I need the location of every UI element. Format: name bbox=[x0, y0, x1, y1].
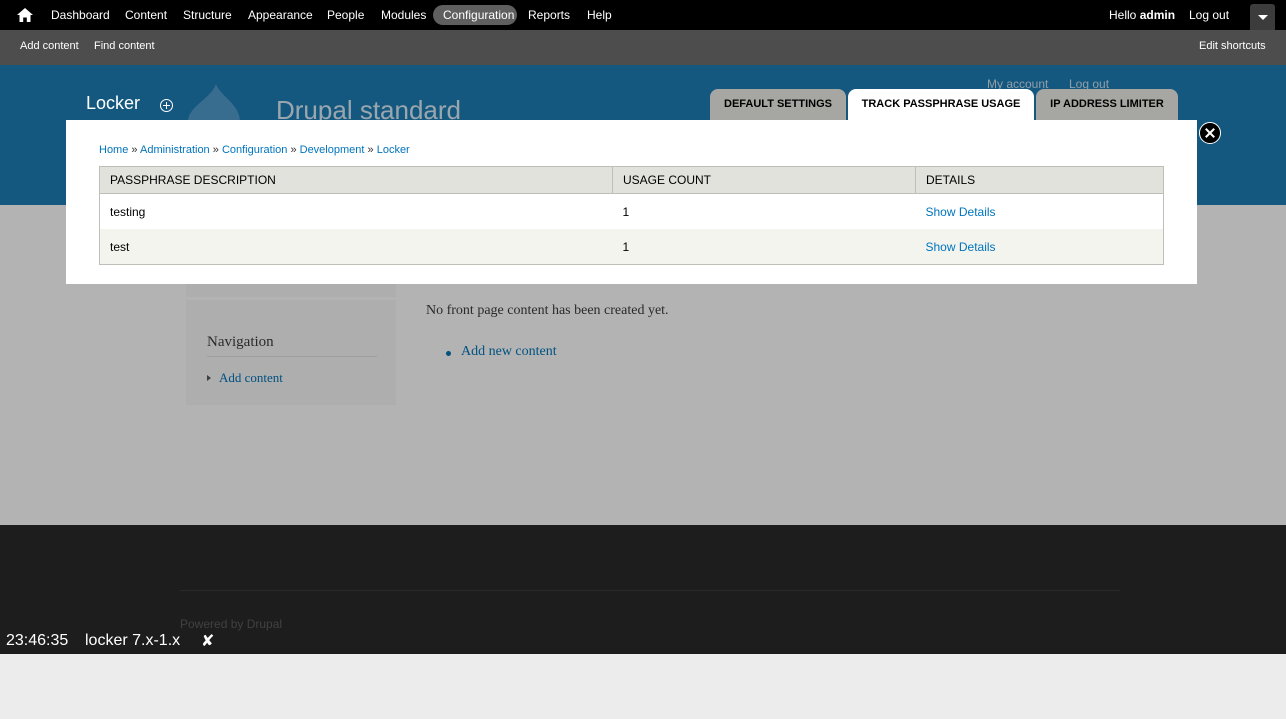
breadcrumb-home[interactable]: Home bbox=[99, 144, 128, 156]
close-icon[interactable] bbox=[1199, 122, 1221, 144]
chevron-down-icon[interactable] bbox=[1250, 4, 1275, 30]
table-row: test 1 Show Details bbox=[99, 229, 1164, 265]
home-icon[interactable] bbox=[17, 8, 33, 22]
cell-details: Show Details bbox=[915, 193, 1164, 229]
breadcrumb: Home » Administration » Configuration » … bbox=[99, 144, 410, 156]
toolbar-reports[interactable]: Reports bbox=[528, 8, 570, 22]
page-bottom bbox=[0, 654, 1286, 719]
column-header-usage-count[interactable]: USAGE COUNT bbox=[612, 166, 916, 194]
toolbar-configuration[interactable]: Configuration bbox=[443, 8, 514, 22]
tab-default-settings[interactable]: DEFAULT SETTINGS bbox=[710, 89, 846, 120]
breadcrumb-development[interactable]: Development bbox=[300, 144, 365, 156]
toolbar-logout[interactable]: Log out bbox=[1189, 8, 1229, 22]
tab-track-passphrase-usage[interactable]: TRACK PASSPHRASE USAGE bbox=[848, 89, 1034, 120]
passphrase-usage-table: PASSPHRASE DESCRIPTION USAGE COUNT DETAI… bbox=[99, 166, 1164, 265]
breadcrumb-administration[interactable]: Administration bbox=[140, 144, 210, 156]
toolbar-dashboard[interactable]: Dashboard bbox=[51, 8, 110, 22]
tab-ip-address-limiter[interactable]: IP ADDRESS LIMITER bbox=[1036, 89, 1178, 120]
shortcut-add-content[interactable]: Add content bbox=[20, 40, 79, 52]
toolbar-appearance[interactable]: Appearance bbox=[248, 8, 313, 22]
cell-description: testing bbox=[99, 193, 613, 229]
breadcrumb-configuration[interactable]: Configuration bbox=[222, 144, 287, 156]
toolbar-content[interactable]: Content bbox=[125, 8, 167, 22]
toolbar-help[interactable]: Help bbox=[587, 8, 612, 22]
shortcut-find-content[interactable]: Find content bbox=[94, 40, 155, 52]
breadcrumb-sep: » bbox=[131, 144, 138, 156]
cell-details: Show Details bbox=[915, 229, 1164, 265]
table-header-row: PASSPHRASE DESCRIPTION USAGE COUNT DETAI… bbox=[99, 166, 1164, 194]
breadcrumb-locker[interactable]: Locker bbox=[377, 144, 410, 156]
breadcrumb-sep: » bbox=[367, 144, 374, 156]
toolbar-structure[interactable]: Structure bbox=[183, 8, 232, 22]
toolbar-people[interactable]: People bbox=[327, 8, 364, 22]
timer-close-icon[interactable]: ✘ bbox=[201, 631, 214, 651]
username[interactable]: admin bbox=[1140, 8, 1175, 22]
show-details-link[interactable]: Show Details bbox=[926, 205, 996, 219]
toolbar-modules[interactable]: Modules bbox=[381, 8, 426, 22]
show-details-link[interactable]: Show Details bbox=[926, 240, 996, 254]
module-version: locker 7.x-1.x bbox=[85, 632, 181, 649]
overlay-title: Locker bbox=[86, 93, 141, 113]
breadcrumb-sep: » bbox=[290, 144, 297, 156]
timer-clock: 23:46:35 bbox=[6, 632, 69, 649]
table-row: testing 1 Show Details bbox=[99, 193, 1164, 229]
column-header-description[interactable]: PASSPHRASE DESCRIPTION bbox=[99, 166, 613, 194]
edit-shortcuts-link[interactable]: Edit shortcuts bbox=[1199, 40, 1266, 52]
cell-usage-count: 1 bbox=[612, 193, 916, 229]
column-header-details: DETAILS bbox=[915, 166, 1164, 194]
admin-toolbar: Dashboard Content Structure Appearance P… bbox=[0, 0, 1286, 30]
breadcrumb-sep: » bbox=[212, 144, 219, 156]
cell-description: test bbox=[99, 229, 613, 265]
add-shortcut-icon[interactable] bbox=[160, 99, 173, 112]
shortcuts-bar: Add content Find content Edit shortcuts bbox=[0, 30, 1286, 65]
greeting-text: Hello bbox=[1109, 8, 1140, 22]
toolbar-greeting: Hello admin bbox=[1109, 8, 1175, 22]
cell-usage-count: 1 bbox=[612, 229, 916, 265]
